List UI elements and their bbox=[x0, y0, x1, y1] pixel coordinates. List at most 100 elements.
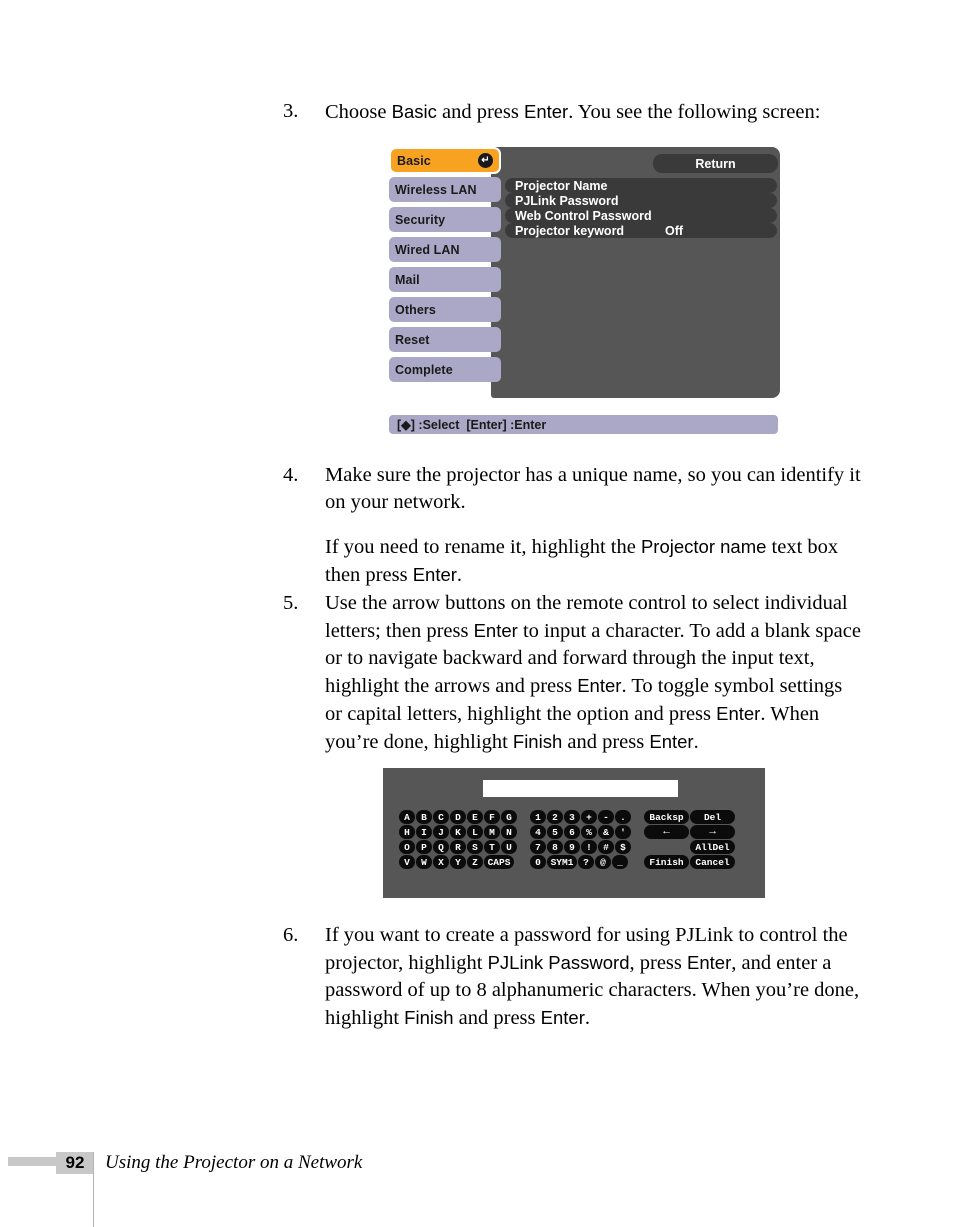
key-k[interactable]: K bbox=[450, 825, 466, 839]
osd-tab-reset[interactable]: Reset bbox=[389, 327, 510, 354]
key-8[interactable]: 8 bbox=[547, 840, 563, 854]
key-j[interactable]: J bbox=[433, 825, 449, 839]
key-o[interactable]: O bbox=[399, 840, 415, 854]
osd-tab-label: Others bbox=[395, 302, 436, 317]
key-backspace[interactable]: Backsp bbox=[644, 810, 689, 824]
key-alldel[interactable]: AllDel bbox=[690, 840, 735, 854]
key-a[interactable]: A bbox=[399, 810, 415, 824]
osd-tab-others[interactable]: Others bbox=[389, 297, 510, 324]
key-cancel[interactable]: Cancel bbox=[690, 855, 735, 869]
key-percent[interactable]: % bbox=[581, 825, 597, 839]
step-4-paragraph-2: If you need to rename it, highlight the … bbox=[325, 533, 863, 589]
key-apostrophe[interactable]: ' bbox=[615, 825, 631, 839]
key-x[interactable]: X bbox=[433, 855, 449, 869]
key-e[interactable]: E bbox=[467, 810, 483, 824]
keyboard-row: 1 2 3 + - . bbox=[530, 810, 631, 824]
key-c[interactable]: C bbox=[433, 810, 449, 824]
key-d[interactable]: D bbox=[450, 810, 466, 824]
key-arrow-left-icon[interactable]: ← bbox=[644, 825, 689, 839]
key-v[interactable]: V bbox=[399, 855, 415, 869]
osd-row-pjlink-password[interactable]: PJLink Password bbox=[505, 193, 777, 208]
key-t[interactable]: T bbox=[484, 840, 500, 854]
osd-status-bar: [◆] :Select [Enter] :Enter bbox=[389, 415, 778, 434]
osd-row-label: Web Control Password bbox=[515, 208, 652, 223]
key-u[interactable]: U bbox=[501, 840, 517, 854]
key-5[interactable]: 5 bbox=[547, 825, 563, 839]
key-exclamation[interactable]: ! bbox=[581, 840, 597, 854]
body-text: . You see the following screen: bbox=[568, 101, 821, 123]
step-5-paragraph-1: Use the arrow buttons on the remote cont… bbox=[325, 590, 863, 756]
key-dollar[interactable]: $ bbox=[615, 840, 631, 854]
key-l[interactable]: L bbox=[467, 825, 483, 839]
key-f[interactable]: F bbox=[484, 810, 500, 824]
body-text: and press bbox=[436, 101, 524, 123]
step-3-number: 3. bbox=[283, 100, 299, 122]
key-at[interactable]: @ bbox=[595, 855, 611, 869]
key-0[interactable]: 0 bbox=[530, 855, 546, 869]
key-3[interactable]: 3 bbox=[564, 810, 580, 824]
key-m[interactable]: M bbox=[484, 825, 500, 839]
key-minus[interactable]: - bbox=[598, 810, 614, 824]
keyboard-row: 0 SYM1 ? @ _ bbox=[530, 855, 631, 869]
step-6-number: 6. bbox=[283, 924, 299, 946]
osd-tab-wired-lan[interactable]: Wired LAN bbox=[389, 237, 510, 264]
key-spacer bbox=[644, 840, 689, 854]
osd-tab-mail[interactable]: Mail bbox=[389, 267, 510, 294]
enter-arrow-icon: ↵ bbox=[478, 153, 493, 168]
key-2[interactable]: 2 bbox=[547, 810, 563, 824]
ui-term: Finish bbox=[404, 1007, 454, 1028]
ui-term: Enter bbox=[412, 564, 457, 585]
key-delete[interactable]: Del bbox=[690, 810, 735, 824]
key-b[interactable]: B bbox=[416, 810, 432, 824]
osd-tab-wireless-lan[interactable]: Wireless LAN bbox=[389, 177, 510, 204]
key-q[interactable]: Q bbox=[433, 840, 449, 854]
osd-return-button[interactable]: Return bbox=[653, 154, 778, 173]
key-ampersand[interactable]: & bbox=[598, 825, 614, 839]
keyboard-row: Backsp Del bbox=[644, 810, 735, 824]
key-plus[interactable]: + bbox=[581, 810, 597, 824]
osd-row-projector-keyword[interactable]: Projector keyword Off bbox=[505, 223, 777, 238]
page-number: 92 bbox=[56, 1152, 94, 1174]
ui-term: Enter bbox=[649, 731, 694, 752]
key-r[interactable]: R bbox=[450, 840, 466, 854]
key-underscore[interactable]: _ bbox=[612, 855, 628, 869]
key-y[interactable]: Y bbox=[450, 855, 466, 869]
key-hash[interactable]: # bbox=[598, 840, 614, 854]
ui-term: Projector name bbox=[640, 536, 767, 557]
key-period[interactable]: . bbox=[615, 810, 631, 824]
osd-tab-label: Reset bbox=[395, 332, 430, 347]
key-9[interactable]: 9 bbox=[564, 840, 580, 854]
step-3: 3. Choose Basic and press Enter. You see… bbox=[283, 98, 843, 126]
key-question[interactable]: ? bbox=[578, 855, 594, 869]
key-h[interactable]: H bbox=[399, 825, 415, 839]
key-z[interactable]: Z bbox=[467, 855, 483, 869]
keyboard-text-input[interactable] bbox=[483, 780, 678, 797]
osd-row-label: Projector Name bbox=[515, 178, 608, 193]
osd-tab-basic[interactable]: Basic ↵ bbox=[389, 147, 508, 176]
osd-row-label: Projector keyword bbox=[515, 223, 625, 238]
ui-term: Basic bbox=[391, 101, 437, 122]
key-g[interactable]: G bbox=[501, 810, 517, 824]
key-i[interactable]: I bbox=[416, 825, 432, 839]
key-6[interactable]: 6 bbox=[564, 825, 580, 839]
key-s[interactable]: S bbox=[467, 840, 483, 854]
key-4[interactable]: 4 bbox=[530, 825, 546, 839]
key-caps[interactable]: CAPS bbox=[484, 855, 514, 869]
osd-row-projector-name[interactable]: Projector Name bbox=[505, 178, 777, 193]
key-1[interactable]: 1 bbox=[530, 810, 546, 824]
key-p[interactable]: P bbox=[416, 840, 432, 854]
osd-row-web-control-password[interactable]: Web Control Password bbox=[505, 208, 777, 223]
key-arrow-right-icon[interactable]: → bbox=[690, 825, 735, 839]
keyboard-row: AllDel bbox=[644, 840, 735, 854]
key-sym1[interactable]: SYM1 bbox=[547, 855, 577, 869]
key-7[interactable]: 7 bbox=[530, 840, 546, 854]
key-n[interactable]: N bbox=[501, 825, 517, 839]
body-text: . bbox=[456, 564, 463, 586]
osd-tab-label: Mail bbox=[395, 272, 420, 287]
osd-tab-complete[interactable]: Complete bbox=[389, 357, 510, 384]
body-text: and press bbox=[453, 1007, 541, 1029]
key-finish[interactable]: Finish bbox=[644, 855, 689, 869]
step-4-paragraph-1: Make sure the projector has a unique nam… bbox=[325, 462, 863, 516]
key-w[interactable]: W bbox=[416, 855, 432, 869]
osd-tab-security[interactable]: Security bbox=[389, 207, 510, 234]
